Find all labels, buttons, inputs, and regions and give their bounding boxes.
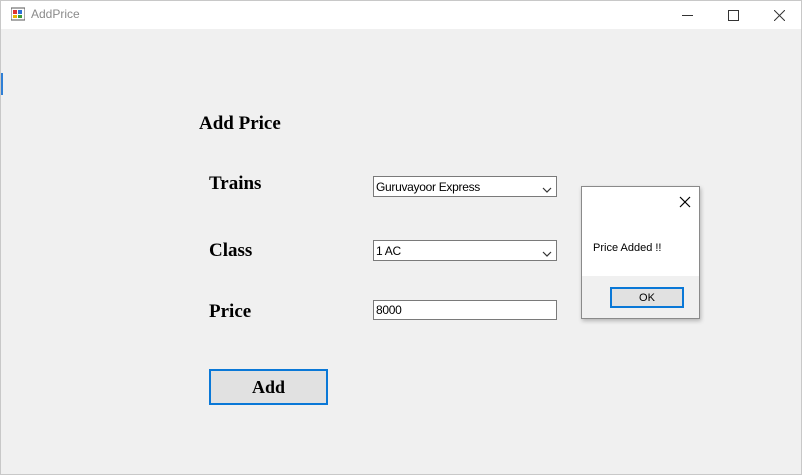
message-dialog: Price Added !! OK: [581, 186, 700, 319]
maximize-button[interactable]: [710, 1, 756, 29]
minimize-icon: [681, 10, 693, 21]
class-label: Class: [209, 240, 253, 261]
minimize-button[interactable]: [664, 1, 710, 29]
window-title: AddPrice: [31, 7, 80, 21]
title-bar[interactable]: AddPrice: [1, 1, 801, 29]
dialog-message: Price Added !!: [593, 242, 662, 254]
price-input-value: 8000: [376, 303, 402, 317]
class-dropdown[interactable]: 1 AC: [373, 240, 557, 261]
dialog-close-button[interactable]: [678, 195, 692, 209]
chevron-down-icon: [542, 247, 552, 257]
app-window-icon: [10, 7, 26, 21]
close-icon: [773, 9, 785, 21]
trains-dropdown[interactable]: Guruvayoor Express: [373, 176, 557, 197]
class-selected-value: 1 AC: [376, 244, 401, 258]
ok-button[interactable]: OK: [610, 287, 684, 308]
focus-edge-indicator: [1, 73, 3, 95]
chevron-down-icon: [542, 183, 552, 193]
trains-selected-value: Guruvayoor Express: [376, 180, 480, 194]
form-heading: Add Price: [199, 113, 281, 134]
maximize-icon: [727, 9, 739, 21]
close-button[interactable]: [756, 1, 802, 29]
add-button[interactable]: Add: [209, 369, 328, 405]
dialog-footer: OK: [582, 276, 699, 318]
app-window: AddPrice Add Price Trains Guruvayoor Exp…: [0, 0, 802, 475]
price-label: Price: [209, 301, 252, 322]
trains-label: Trains: [209, 173, 262, 194]
price-input[interactable]: 8000: [373, 300, 557, 320]
